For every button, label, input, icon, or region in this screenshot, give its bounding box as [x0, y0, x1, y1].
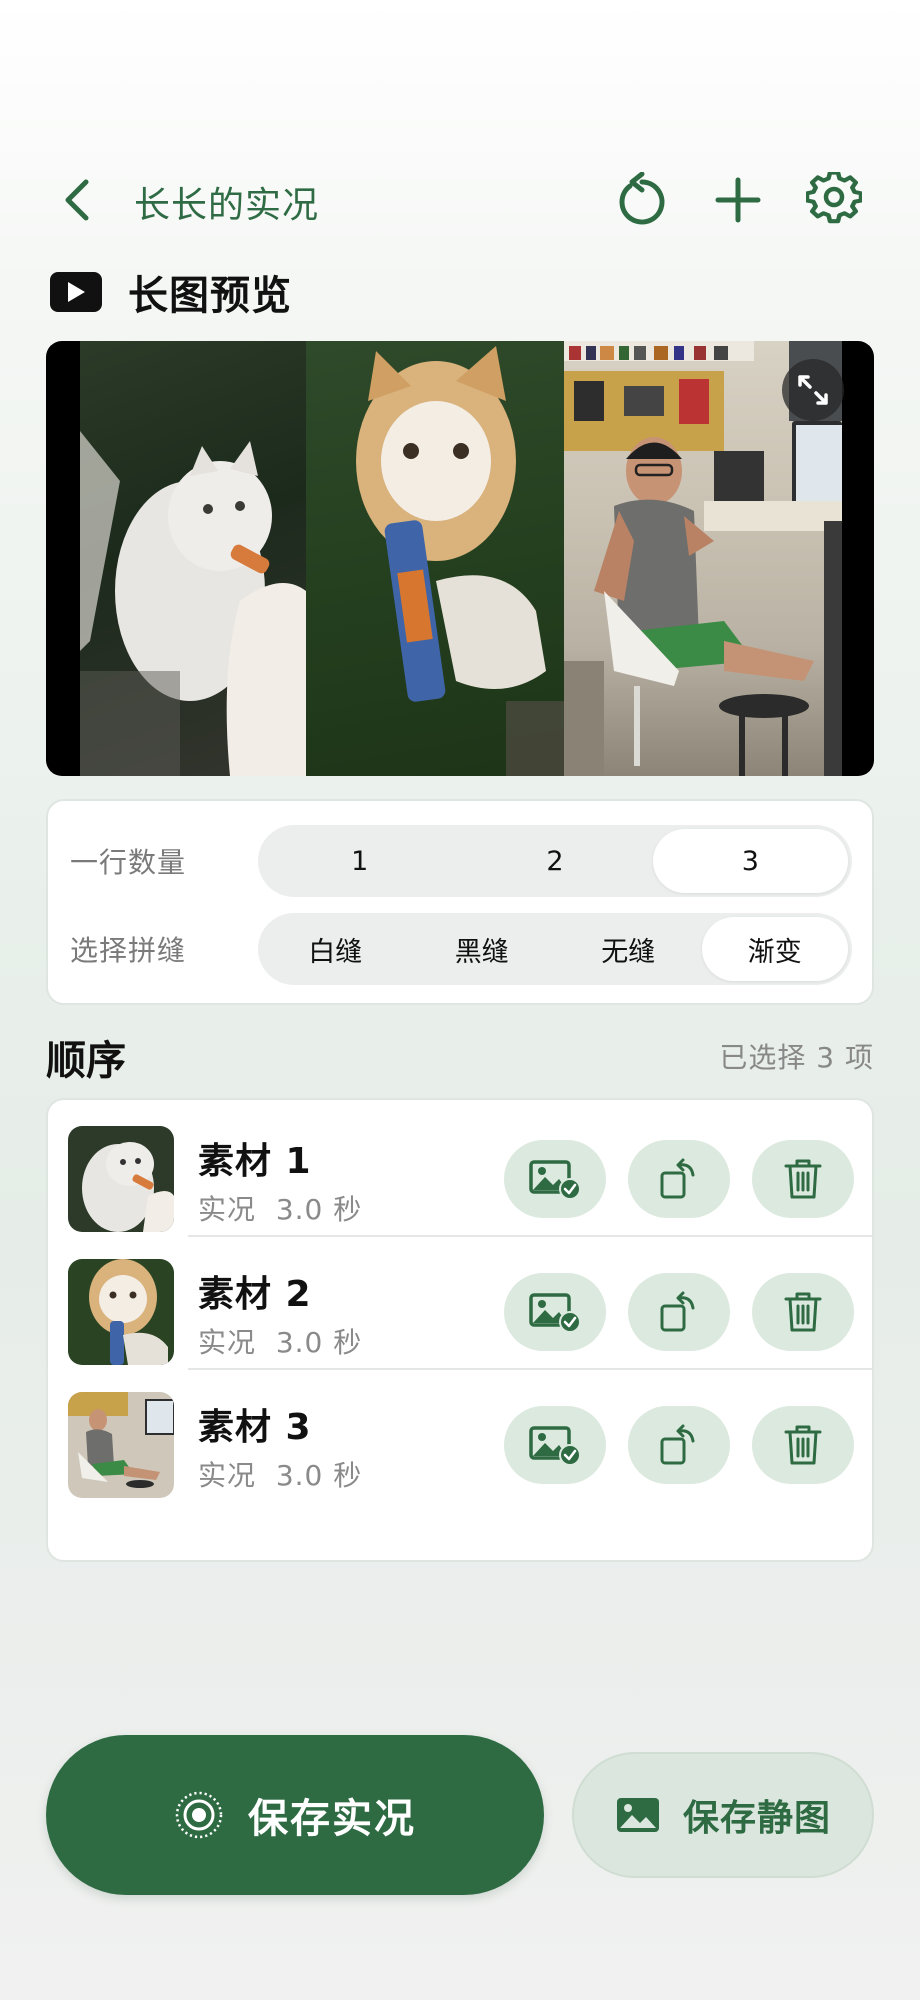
rotate-button[interactable] — [628, 1273, 730, 1351]
rotate-button[interactable] — [628, 1140, 730, 1218]
per-row-option: 一行数量 1 2 3 — [48, 825, 876, 897]
page-title: 长长的实况 — [134, 185, 320, 226]
image-check-icon — [529, 1293, 581, 1333]
live-photo-icon — [175, 1791, 223, 1839]
save-still-label: 保存静图 — [682, 1798, 831, 1839]
expand-arrows-icon — [798, 375, 828, 405]
delete-button[interactable] — [752, 1140, 854, 1218]
trash-icon — [784, 1425, 822, 1465]
save-live-button[interactable]: 保存实况 — [46, 1735, 544, 1895]
layout-options-card: 一行数量 1 2 3 选择拼缝 白缝 黑缝 无缝 渐变 — [46, 799, 874, 1005]
set-cover-button[interactable] — [504, 1273, 606, 1351]
gear-icon — [806, 172, 862, 224]
seam-segmented-control: 白缝 黑缝 无缝 渐变 — [258, 913, 852, 985]
preview-frame-1 — [80, 341, 306, 776]
seam-choice-none[interactable]: 无缝 — [555, 917, 702, 981]
set-cover-button[interactable] — [504, 1406, 606, 1484]
refresh-icon — [619, 172, 665, 225]
back-button[interactable] — [52, 172, 102, 228]
seam-choice-black[interactable]: 黑缝 — [409, 917, 556, 981]
material-type: 实况 — [198, 1459, 257, 1492]
material-type: 实况 — [198, 1326, 257, 1359]
rotate-icon — [660, 1158, 695, 1199]
list-item[interactable]: 素材 1 实况 3.0 秒 — [48, 1100, 872, 1237]
per-row-choice-2[interactable]: 2 — [457, 829, 652, 893]
material-duration: 3.0 秒 — [275, 1459, 363, 1492]
add-button[interactable] — [706, 168, 770, 232]
order-title: 顺序 — [46, 1038, 126, 1084]
seam-option: 选择拼缝 白缝 黑缝 无缝 渐变 — [48, 913, 876, 985]
image-icon — [616, 1798, 659, 1832]
save-live-label: 保存实况 — [248, 1796, 416, 1842]
material-meta: 实况 3.0 秒 — [198, 1188, 362, 1228]
material-meta: 实况 3.0 秒 — [198, 1454, 362, 1494]
list-item[interactable]: 素材 2 实况 3.0 秒 — [48, 1233, 872, 1370]
seam-choice-white[interactable]: 白缝 — [262, 917, 409, 981]
per-row-label: 一行数量 — [70, 846, 187, 879]
image-check-icon — [529, 1160, 581, 1200]
per-row-choice-3[interactable]: 3 — [652, 829, 848, 893]
per-row-choice-1[interactable]: 1 — [262, 829, 457, 893]
preview-section-header: 长图预览 — [50, 266, 292, 319]
material-name: 素材 1 — [198, 1141, 312, 1182]
material-name: 素材 3 — [198, 1407, 312, 1448]
material-thumbnail — [68, 1259, 174, 1365]
material-name: 素材 2 — [198, 1274, 312, 1315]
seam-choice-gradient[interactable]: 渐变 — [701, 917, 848, 981]
delete-button[interactable] — [752, 1406, 854, 1484]
preview-frame-2 — [306, 341, 564, 776]
list-item[interactable]: 素材 3 实况 3.0 秒 — [48, 1366, 872, 1499]
material-duration: 3.0 秒 — [275, 1193, 363, 1226]
rotate-button[interactable] — [628, 1406, 730, 1484]
image-check-icon — [529, 1426, 581, 1466]
refresh-button[interactable] — [610, 168, 674, 232]
material-list: 素材 1 实况 3.0 秒 素材 2 实况 3.0 秒 素材 3 实况 3.0 … — [46, 1098, 874, 1562]
seam-label: 选择拼缝 — [70, 934, 187, 967]
set-cover-button[interactable] — [504, 1140, 606, 1218]
settings-button[interactable] — [802, 168, 866, 232]
per-row-segmented-control: 1 2 3 — [258, 825, 852, 897]
save-still-button[interactable]: 保存静图 — [572, 1752, 874, 1878]
rotate-icon — [660, 1291, 695, 1332]
preview-title: 长图预览 — [128, 273, 292, 319]
selected-count: 已选择 3 项 — [719, 1041, 874, 1074]
material-meta: 实况 3.0 秒 — [198, 1321, 362, 1361]
top-bar: 长长的实况 — [0, 160, 920, 240]
material-thumbnail — [68, 1392, 174, 1498]
play-icon — [50, 272, 102, 312]
plus-icon — [715, 177, 761, 223]
trash-icon — [784, 1292, 822, 1332]
rotate-icon — [660, 1424, 695, 1465]
long-image-preview[interactable] — [46, 341, 874, 776]
delete-button[interactable] — [752, 1273, 854, 1351]
material-thumbnail — [68, 1126, 174, 1232]
material-duration: 3.0 秒 — [275, 1326, 363, 1359]
material-type: 实况 — [198, 1193, 257, 1226]
trash-icon — [784, 1159, 822, 1199]
expand-button[interactable] — [782, 359, 844, 421]
back-chevron-icon — [65, 179, 89, 221]
